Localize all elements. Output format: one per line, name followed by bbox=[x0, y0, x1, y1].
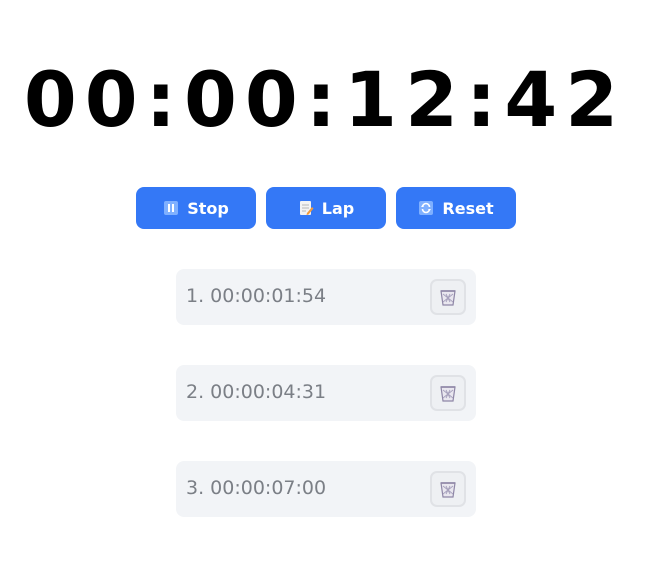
refresh-icon bbox=[418, 200, 434, 216]
trash-basket-icon bbox=[440, 386, 456, 402]
lap-time: 1. 00:00:01:54 bbox=[186, 285, 327, 307]
trash-basket-icon bbox=[440, 482, 456, 498]
lap-time: 3. 00:00:07:00 bbox=[186, 477, 327, 499]
delete-lap-button[interactable] bbox=[430, 279, 466, 315]
memo-icon bbox=[298, 200, 314, 216]
delete-lap-button[interactable] bbox=[430, 471, 466, 507]
lap-list: 1. 00:00:01:54 2. 00:00:04:31 3. 00:00:0… bbox=[176, 269, 476, 557]
lap-item: 2. 00:00:04:31 bbox=[176, 365, 476, 421]
lap-time: 2. 00:00:04:31 bbox=[186, 381, 327, 403]
control-bar: Stop Lap Reset bbox=[136, 187, 516, 229]
lap-item: 3. 00:00:07:00 bbox=[176, 461, 476, 517]
lap-button-label: Lap bbox=[321, 198, 355, 218]
stop-button[interactable]: Stop bbox=[136, 187, 256, 229]
pause-icon bbox=[163, 200, 179, 216]
lap-item: 1. 00:00:01:54 bbox=[176, 269, 476, 325]
stop-button-label: Stop bbox=[187, 198, 229, 218]
delete-lap-button[interactable] bbox=[430, 375, 466, 411]
lap-button[interactable]: Lap bbox=[266, 187, 386, 229]
reset-button[interactable]: Reset bbox=[396, 187, 516, 229]
trash-basket-icon bbox=[440, 290, 456, 306]
timer-display: 00:00:12:42 bbox=[23, 55, 627, 144]
reset-button-label: Reset bbox=[442, 198, 494, 218]
